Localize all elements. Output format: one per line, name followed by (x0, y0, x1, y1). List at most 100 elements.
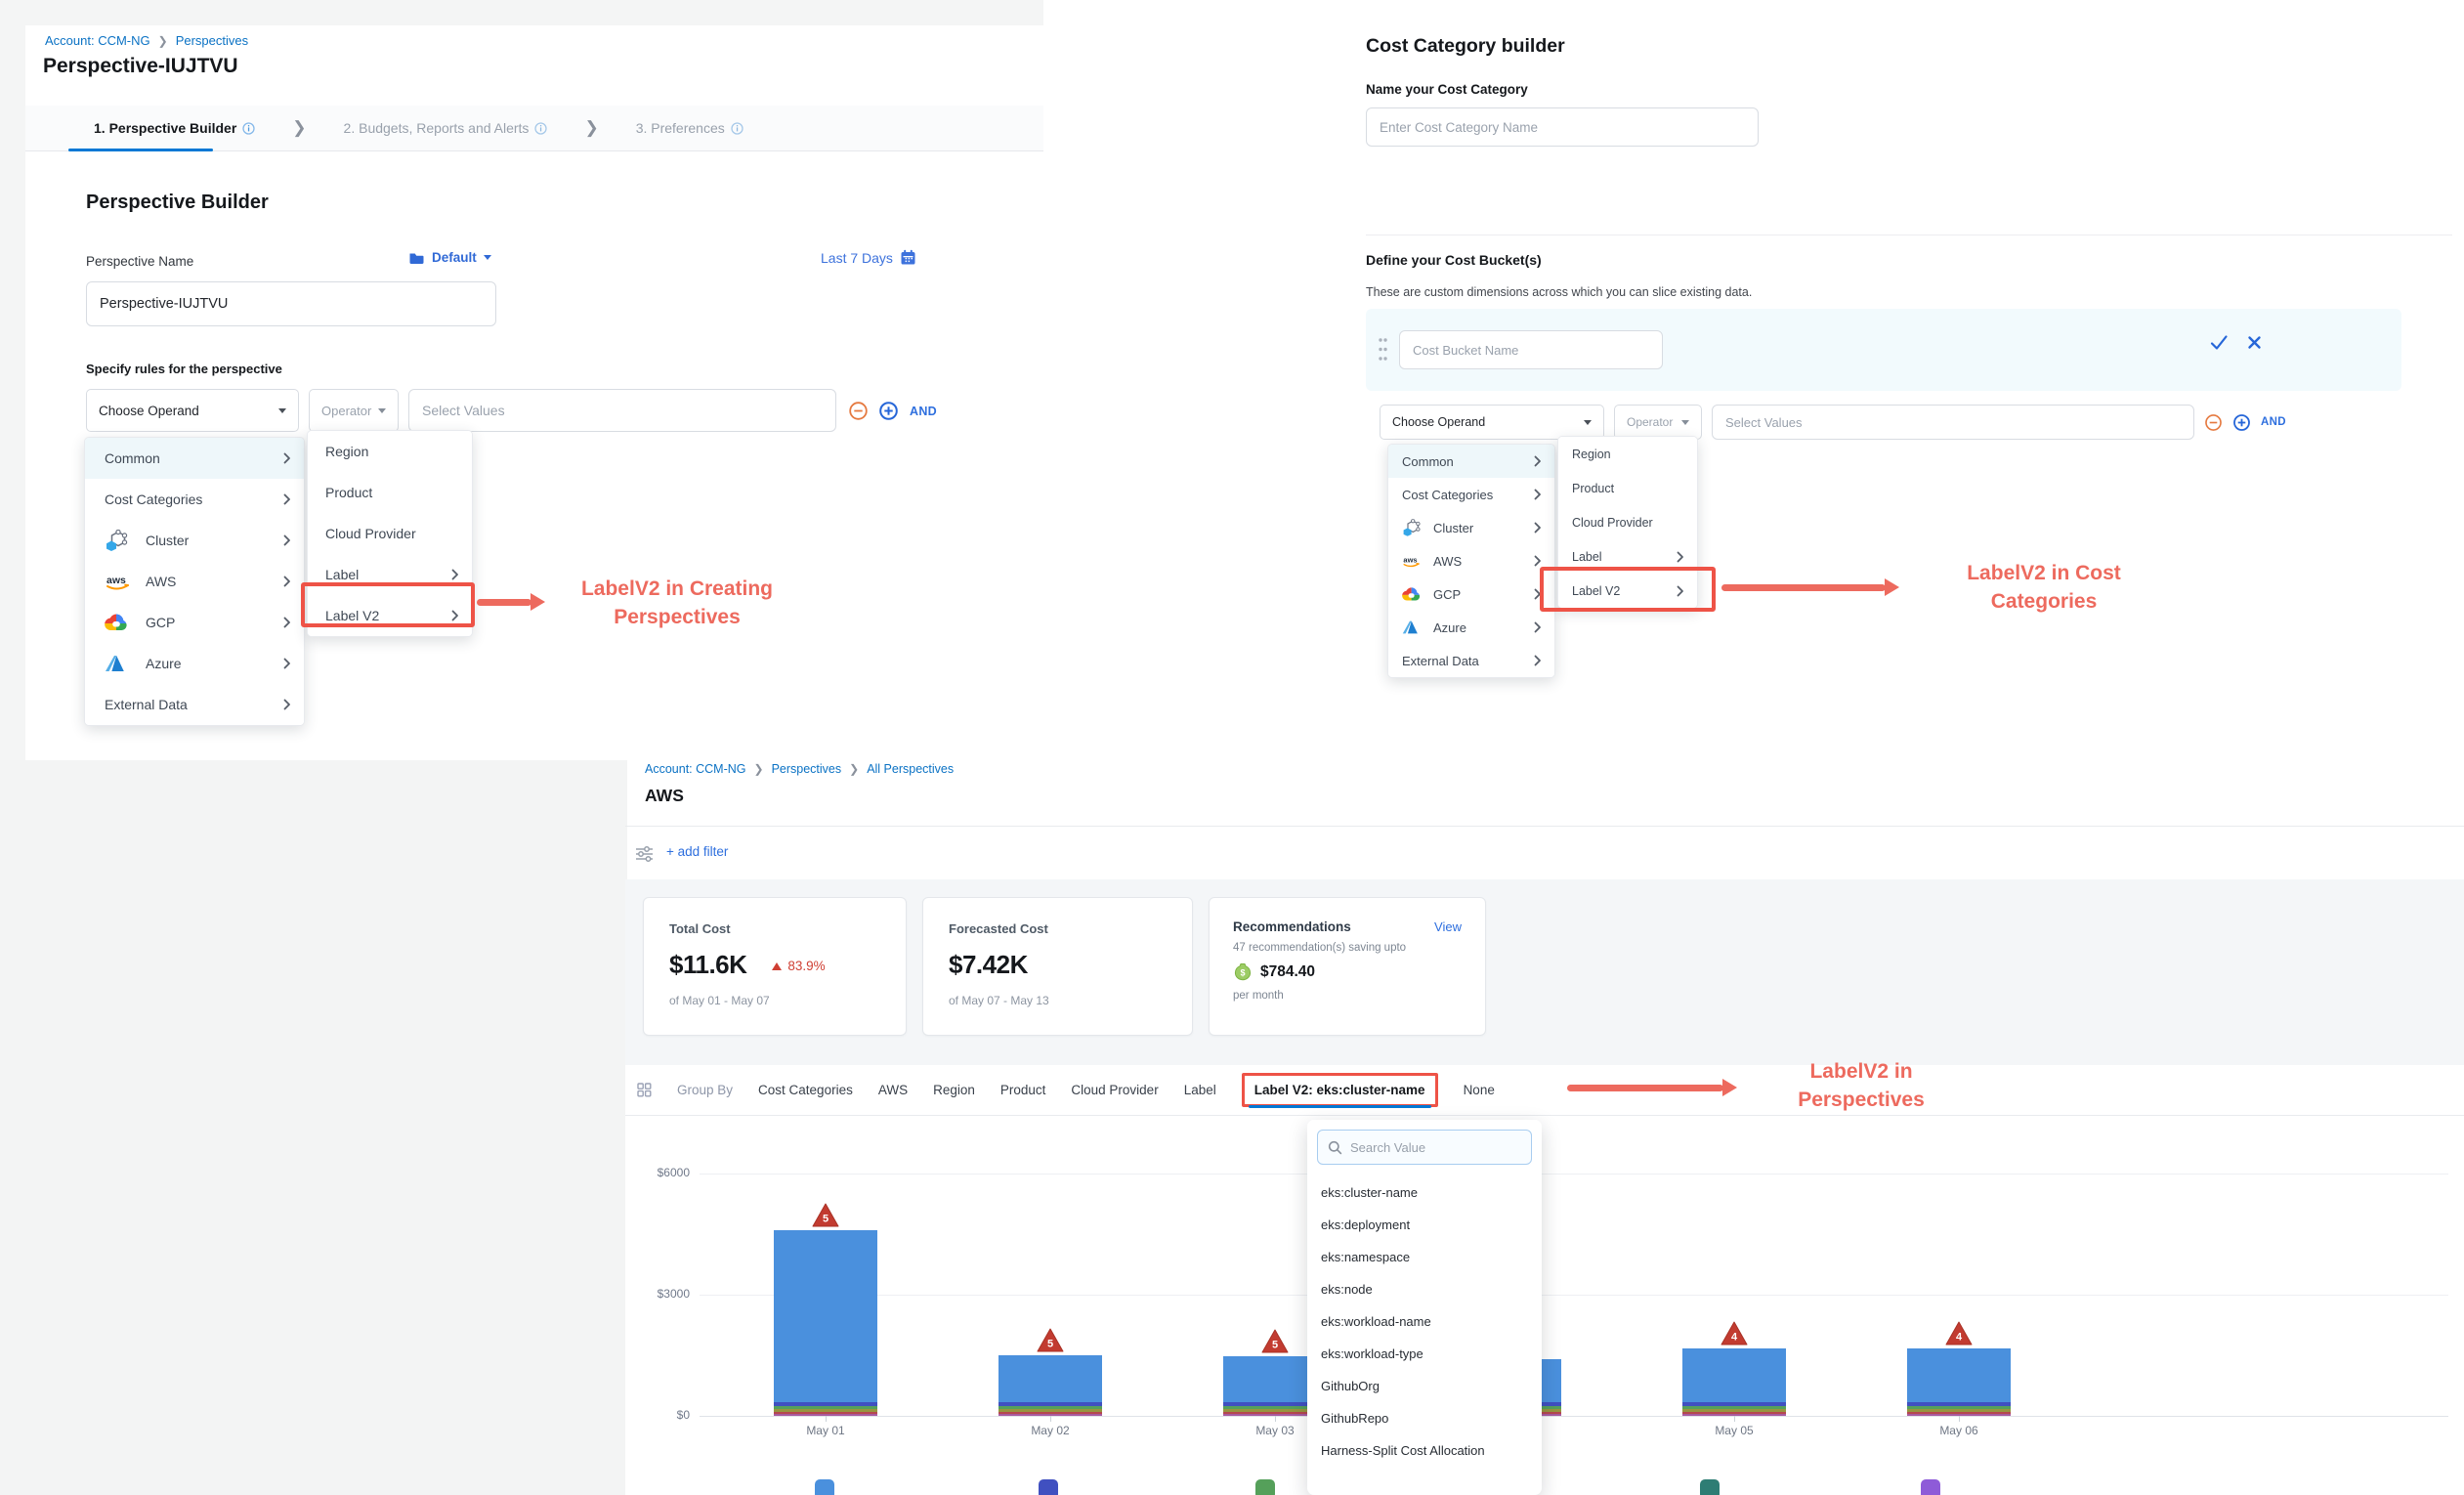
close-icon[interactable] (2247, 335, 2262, 350)
group-by-option-cloud-provider[interactable]: Cloud Provider (1071, 1083, 1158, 1097)
breadcrumb-account-link[interactable]: Account: CCM-NG (645, 762, 746, 776)
value-option-githuborg[interactable]: GithubOrg (1307, 1370, 1542, 1402)
value-option-eks-workload-type[interactable]: eks:workload-type (1307, 1338, 1542, 1370)
group-by-option-none[interactable]: None (1464, 1083, 1495, 1097)
cc-and-operator-button[interactable]: AND (2261, 416, 2286, 428)
breadcrumb-all-perspectives-link[interactable]: All Perspectives (867, 762, 954, 776)
submenu-item-product[interactable]: Product (1558, 471, 1697, 505)
operand-select[interactable]: Choose Operand (86, 389, 299, 432)
legend-chip-3[interactable] (1700, 1479, 1720, 1495)
aws-title: AWS (645, 786, 684, 806)
alert-badge[interactable]: 4 (1720, 1320, 1749, 1346)
cc-bucket-hint: These are custom dimensions across which… (1366, 285, 1752, 299)
submenu-item-region[interactable]: Region (1558, 437, 1697, 471)
menu-item-common[interactable]: Common (85, 438, 304, 479)
info-icon (242, 122, 255, 135)
group-by-option-region[interactable]: Region (933, 1083, 975, 1097)
add-rule-icon[interactable] (878, 401, 899, 421)
chevron-down-icon (1584, 420, 1592, 425)
legend-chip-0[interactable] (815, 1479, 834, 1495)
filter-icon[interactable] (635, 846, 654, 862)
menu-item-gcp[interactable]: GCP (85, 602, 304, 643)
cc-values-input[interactable]: Select Values (1712, 405, 2194, 440)
value-option-eks-namespace[interactable]: eks:namespace (1307, 1241, 1542, 1273)
cc-operator-select[interactable]: Operator (1614, 405, 1702, 440)
alert-badge[interactable]: 5 (1036, 1327, 1065, 1353)
menu-item-aws[interactable]: awsAWS (85, 561, 304, 602)
menu-item-cost-categories[interactable]: Cost Categories (85, 479, 304, 520)
bar-may-01[interactable] (774, 1230, 877, 1416)
alert-badge[interactable]: 5 (1260, 1328, 1290, 1354)
bar-may-02[interactable] (998, 1355, 1102, 1416)
add-rule-icon[interactable] (2232, 413, 2251, 432)
group-by-option-cost-categories[interactable]: Cost Categories (758, 1083, 853, 1097)
values-input[interactable]: Select Values (408, 389, 836, 432)
group-by-option-product[interactable]: Product (1000, 1083, 1046, 1097)
submenu-item-region[interactable]: Region (308, 431, 472, 472)
menu-item-gcp[interactable]: GCP (1388, 577, 1554, 611)
group-by-selected-labelv2[interactable]: Label V2: eks:cluster-name (1242, 1073, 1438, 1107)
page-canvas: { "colors": { "accent_blue": "#0278d5", … (0, 0, 2464, 1495)
legend-chip-1[interactable] (1039, 1479, 1058, 1495)
folder-select[interactable]: Default (408, 250, 491, 265)
bar-may-05[interactable] (1682, 1348, 1786, 1416)
breadcrumb-perspectives-link[interactable]: Perspectives (772, 762, 842, 776)
confirm-check-icon[interactable] (2210, 334, 2229, 351)
view-recommendations-link[interactable]: View (1434, 919, 1462, 934)
bar-may-06[interactable] (1907, 1348, 2011, 1416)
value-option-eks-workload-name[interactable]: eks:workload-name (1307, 1305, 1542, 1338)
annotation-cost-categories: LabelV2 in CostCategories (1907, 559, 2181, 616)
date-range-picker[interactable]: Last 7 Days (821, 249, 916, 266)
menu-item-cost-categories[interactable]: Cost Categories (1388, 478, 1554, 511)
menu-item-common[interactable]: Common (1388, 445, 1554, 478)
search-input[interactable]: Search Value (1317, 1130, 1532, 1165)
menu-item-azure[interactable]: Azure (1388, 611, 1554, 644)
tab-budgets-reports-alerts[interactable]: 2. Budgets, Reports and Alerts (344, 120, 548, 136)
value-option-eks-deployment[interactable]: eks:deployment (1307, 1209, 1542, 1241)
remove-rule-icon[interactable] (2204, 413, 2223, 432)
submenu-item-label-v2[interactable]: Label V2 (1558, 574, 1697, 608)
menu-item-external-data[interactable]: External Data (85, 684, 304, 725)
remove-rule-icon[interactable] (848, 401, 869, 421)
value-option-harness-split-cost-allocation[interactable]: Harness-Split Cost Allocation (1307, 1434, 1542, 1467)
group-by-option-label[interactable]: Label (1184, 1083, 1216, 1097)
chevron-right-icon (283, 493, 291, 505)
submenu-item-label[interactable]: Label (1558, 539, 1697, 574)
gridline-6000 (700, 1174, 2448, 1175)
submenu-item-label: Product (325, 485, 372, 500)
add-filter-button[interactable]: + add filter (666, 844, 728, 859)
breadcrumb-account-link[interactable]: Account: CCM-NG (45, 33, 150, 48)
group-by-option-aws[interactable]: AWS (878, 1083, 908, 1097)
value-option-eks-node[interactable]: eks:node (1307, 1273, 1542, 1305)
submenu-item-cloud-provider[interactable]: Cloud Provider (308, 513, 472, 554)
alert-badge[interactable]: 5 (811, 1202, 840, 1228)
cost-bucket-name-input[interactable]: Cost Bucket Name (1399, 330, 1663, 369)
menu-item-cluster[interactable]: Cluster (85, 520, 304, 561)
margin-strip-top (0, 0, 1043, 25)
submenu-item-product[interactable]: Product (308, 472, 472, 513)
cc-name-input[interactable]: Enter Cost Category Name (1366, 107, 1759, 147)
legend-chip-2[interactable] (1255, 1479, 1275, 1495)
breadcrumb-perspectives-link[interactable]: Perspectives (176, 33, 248, 48)
perspective-name-input[interactable]: Perspective-IUJTVU (86, 281, 496, 326)
alert-badge[interactable]: 4 (1944, 1320, 1974, 1346)
menu-item-azure[interactable]: Azure (85, 643, 304, 684)
menu-item-cluster[interactable]: Cluster (1388, 511, 1554, 544)
drag-handle-icon[interactable] (1378, 336, 1388, 363)
value-option-githubrepo[interactable]: GithubRepo (1307, 1402, 1542, 1434)
tab-preferences[interactable]: 3. Preferences (636, 120, 743, 136)
value-option-eks-cluster-name[interactable]: eks:cluster-name (1307, 1176, 1542, 1209)
and-operator-button[interactable]: AND (910, 405, 937, 418)
bar-segment-main (774, 1230, 877, 1402)
cost-trend: 83.9% (772, 959, 825, 973)
cost-category-title: Cost Category builder (1366, 35, 1565, 58)
submenu-item-label[interactable]: Label (308, 554, 472, 595)
submenu-item-cloud-provider[interactable]: Cloud Provider (1558, 505, 1697, 539)
legend-chip-4[interactable] (1921, 1479, 1940, 1495)
menu-item-aws[interactable]: awsAWS (1388, 544, 1554, 577)
submenu-item-label-v2[interactable]: Label V2 (308, 595, 472, 636)
tab-perspective-builder[interactable]: 1. Perspective Builder (94, 120, 255, 136)
menu-item-external-data[interactable]: External Data (1388, 644, 1554, 677)
cc-operand-select[interactable]: Choose Operand (1380, 405, 1604, 440)
operator-select[interactable]: Operator (309, 389, 399, 432)
